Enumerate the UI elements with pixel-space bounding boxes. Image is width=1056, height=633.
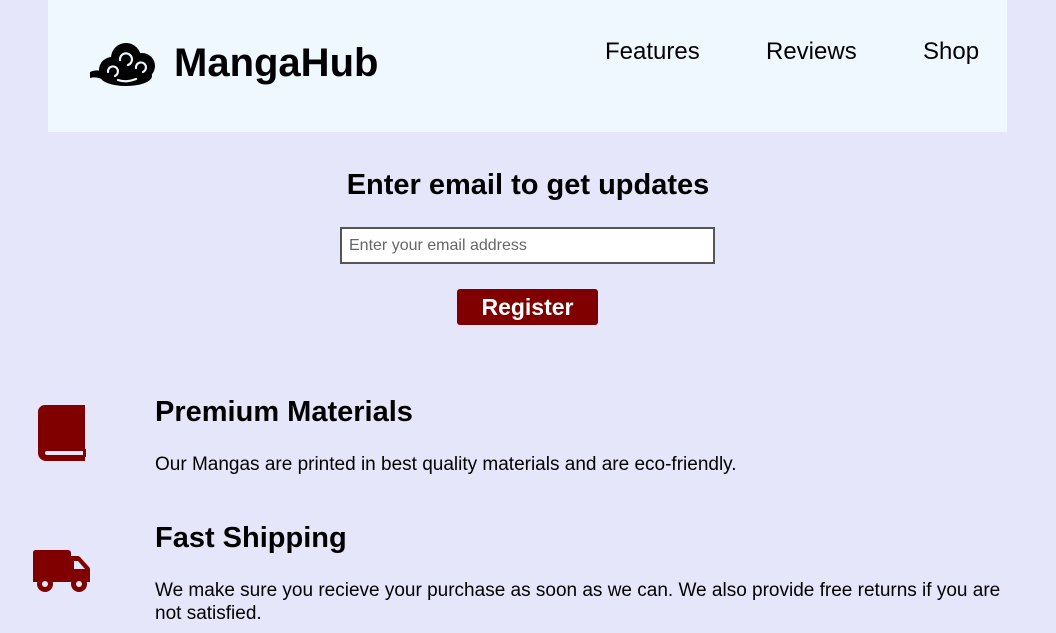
feature-description: We make sure you recieve your purchase a…	[155, 580, 1001, 624]
book-icon	[38, 405, 86, 461]
feature-description: Our Mangas are printed in best quality m…	[155, 454, 737, 475]
nav-link-features[interactable]: Features	[605, 36, 700, 68]
email-input[interactable]	[340, 227, 715, 264]
landing-page: MangaHub Features Reviews Shop Enter ema…	[0, 0, 1056, 633]
feature-title: Fast Shipping	[155, 522, 347, 554]
nav-link-shop[interactable]: Shop	[923, 36, 979, 68]
nav-link-reviews[interactable]: Reviews	[766, 36, 857, 68]
brand-name: MangaHub	[174, 41, 379, 85]
truck-icon	[32, 550, 90, 592]
site-header: MangaHub Features Reviews Shop	[48, 0, 1007, 132]
signup-title: Enter email to get updates	[346, 169, 710, 201]
register-button[interactable]: Register	[457, 289, 598, 325]
cloud-logo-icon	[90, 43, 155, 86]
feature-title: Premium Materials	[155, 396, 413, 428]
